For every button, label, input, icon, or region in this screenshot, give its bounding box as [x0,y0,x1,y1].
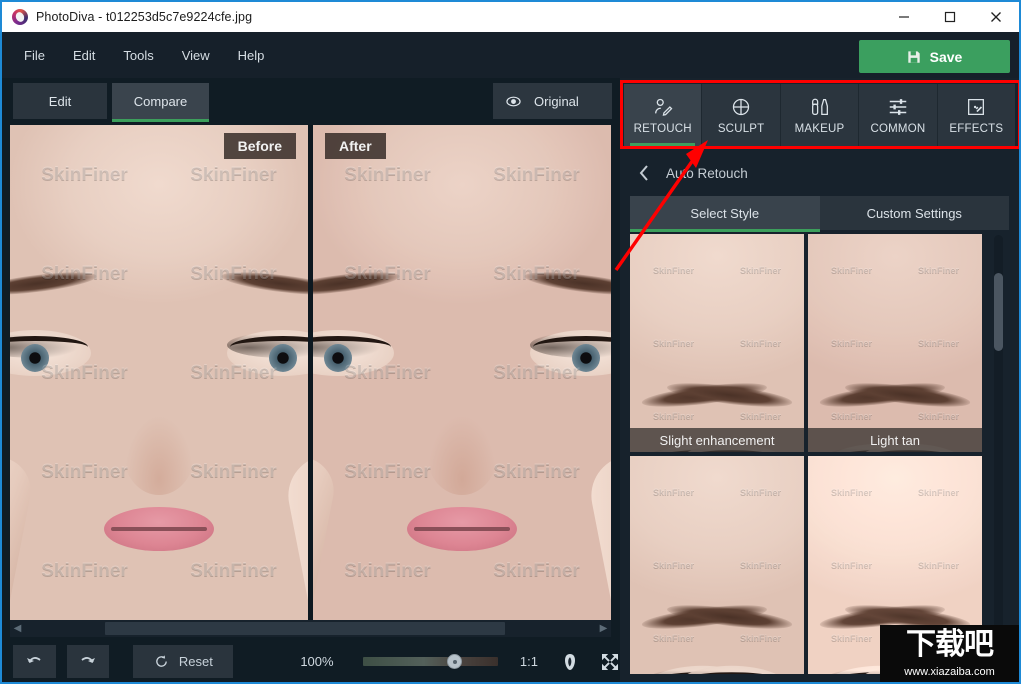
app-logo-icon [12,9,28,25]
tab-custom-settings-label: Custom Settings [866,205,962,221]
close-button[interactable] [973,2,1019,32]
window-controls [881,2,1019,32]
floppy-disk-icon [907,50,920,63]
tab-custom-settings[interactable]: Custom Settings [820,196,1010,230]
retouch-icon [654,98,673,116]
photodiva-window: PhotoDiva - t012253d5c7e9224cfe.jpg File… [0,0,1021,684]
face-photo-after [313,125,611,620]
compare-photo-area[interactable]: SkinFiner SkinFiner SkinFiner SkinFiner Sk… [10,125,611,620]
tab-edit-label: Edit [48,93,72,109]
style-card[interactable]: SkinFiner SkinFiner SkinFiner SkinFiner Skin… [630,456,804,674]
tab-compare-label: Compare [133,93,188,109]
eye-icon [506,96,521,106]
reset-label: Reset [178,654,213,669]
minimize-button[interactable] [881,2,927,32]
save-label: Save [929,48,963,65]
tab-edit[interactable]: Edit [13,83,107,119]
zoom-slider[interactable] [363,654,498,669]
maximize-button[interactable] [927,2,973,32]
site-watermark-cn: 下载吧 [906,627,994,662]
undo-icon [27,656,41,663]
style-card[interactable]: SkinFiner SkinFiner SkinFiner SkinFiner Skin… [808,234,982,452]
zoom-ratio-button[interactable]: 1:1 [520,654,538,669]
style-presets-grid: SkinFiner SkinFiner SkinFiner SkinFiner Skin… [630,234,982,674]
reset-circular-arrow-icon [156,655,167,667]
before-badge: Before [223,133,296,159]
style-card[interactable]: SkinFiner SkinFiner SkinFiner SkinFiner Skin… [630,234,804,452]
tab-compare[interactable]: Compare [112,83,209,122]
redo-icon [81,656,95,663]
title-bar: PhotoDiva - t012253d5c7e9224cfe.jpg [2,2,1019,32]
site-watermark: 下载吧 www.xiazaiba.com [880,625,1019,682]
style-card-label: Slight enhancement [630,428,804,452]
before-image: SkinFiner SkinFiner SkinFiner SkinFiner Sk… [10,125,308,620]
menu-item-view[interactable]: View [170,44,222,67]
styles-vertical-scrollbar[interactable] [994,235,1003,673]
tab-select-style-label: Select Style [690,205,760,221]
menu-item-tools[interactable]: Tools [111,44,165,67]
styles-scrollbar-thumb[interactable] [994,273,1003,351]
tab-sculpt[interactable]: SCULPT [702,84,781,146]
menu-bar: File Edit Tools View Help Save [2,32,1019,78]
tab-makeup[interactable]: MAKEUP [781,84,860,146]
hscroll-track[interactable] [25,620,596,637]
workspace-pane: Edit Compare Original SkinFiner SkinFine… [2,78,620,682]
effects-icon [968,98,985,115]
fit-screen-icon[interactable] [600,652,620,672]
zoom-slider-handle[interactable] [446,654,462,669]
redo-button[interactable] [66,645,110,678]
reset-button[interactable]: Reset [133,645,234,678]
horizontal-scrollbar[interactable]: ◀ ▶ [10,620,611,637]
tool-category-tabs: RETOUCH SCULPT MAKEUP COMMON EFFECTS [624,84,1015,146]
tab-retouch[interactable]: RETOUCH [624,84,703,146]
scroll-right-icon[interactable]: ▶ [596,623,611,634]
site-watermark-url: www.xiazaiba.com [904,666,995,678]
tab-select-style[interactable]: Select Style [630,196,820,232]
tab-makeup-label: MAKEUP [794,122,845,135]
scroll-left-icon[interactable]: ◀ [10,623,25,634]
tab-effects-label: EFFECTS [949,122,1004,135]
menu-item-help[interactable]: Help [226,44,277,67]
view-mode-tabs: Edit Compare Original [2,78,620,124]
menu-item-file[interactable]: File [12,44,57,67]
common-sliders-icon [889,98,907,115]
hscroll-thumb[interactable] [104,622,505,635]
show-original-button[interactable]: Original [493,83,612,119]
after-badge: After [325,133,386,159]
save-button[interactable]: Save [859,40,1010,73]
tab-common-label: COMMON [870,122,926,135]
tab-effects[interactable]: EFFECTS [938,84,1015,146]
style-card-label: Light tan [808,428,982,452]
fit-face-icon[interactable] [560,652,580,672]
menu-item-edit[interactable]: Edit [61,44,107,67]
zoom-percent-label: 100% [300,654,334,669]
tab-retouch-label: RETOUCH [633,122,692,135]
tab-sculpt-label: SCULPT [717,122,765,135]
undo-button[interactable] [13,645,56,678]
after-image: SkinFiner SkinFiner SkinFiner SkinFiner Sk… [313,125,611,620]
back-chevron-icon[interactable] [638,164,650,182]
panel-sub-tabs: Select Style Custom Settings [630,196,1010,232]
bottom-toolbar: Reset 100% 1:1 [2,641,620,682]
panel-header: Auto Retouch [620,154,1019,192]
original-label: Original [534,93,579,109]
tools-panel: RETOUCH SCULPT MAKEUP COMMON EFFECTS Aut… [620,78,1019,682]
makeup-icon [811,98,828,115]
tab-common[interactable]: COMMON [859,84,938,146]
sculpt-icon [732,98,750,115]
window-title: PhotoDiva - t012253d5c7e9224cfe.jpg [36,10,253,24]
panel-title: Auto Retouch [666,165,748,181]
face-photo-before [10,125,308,620]
